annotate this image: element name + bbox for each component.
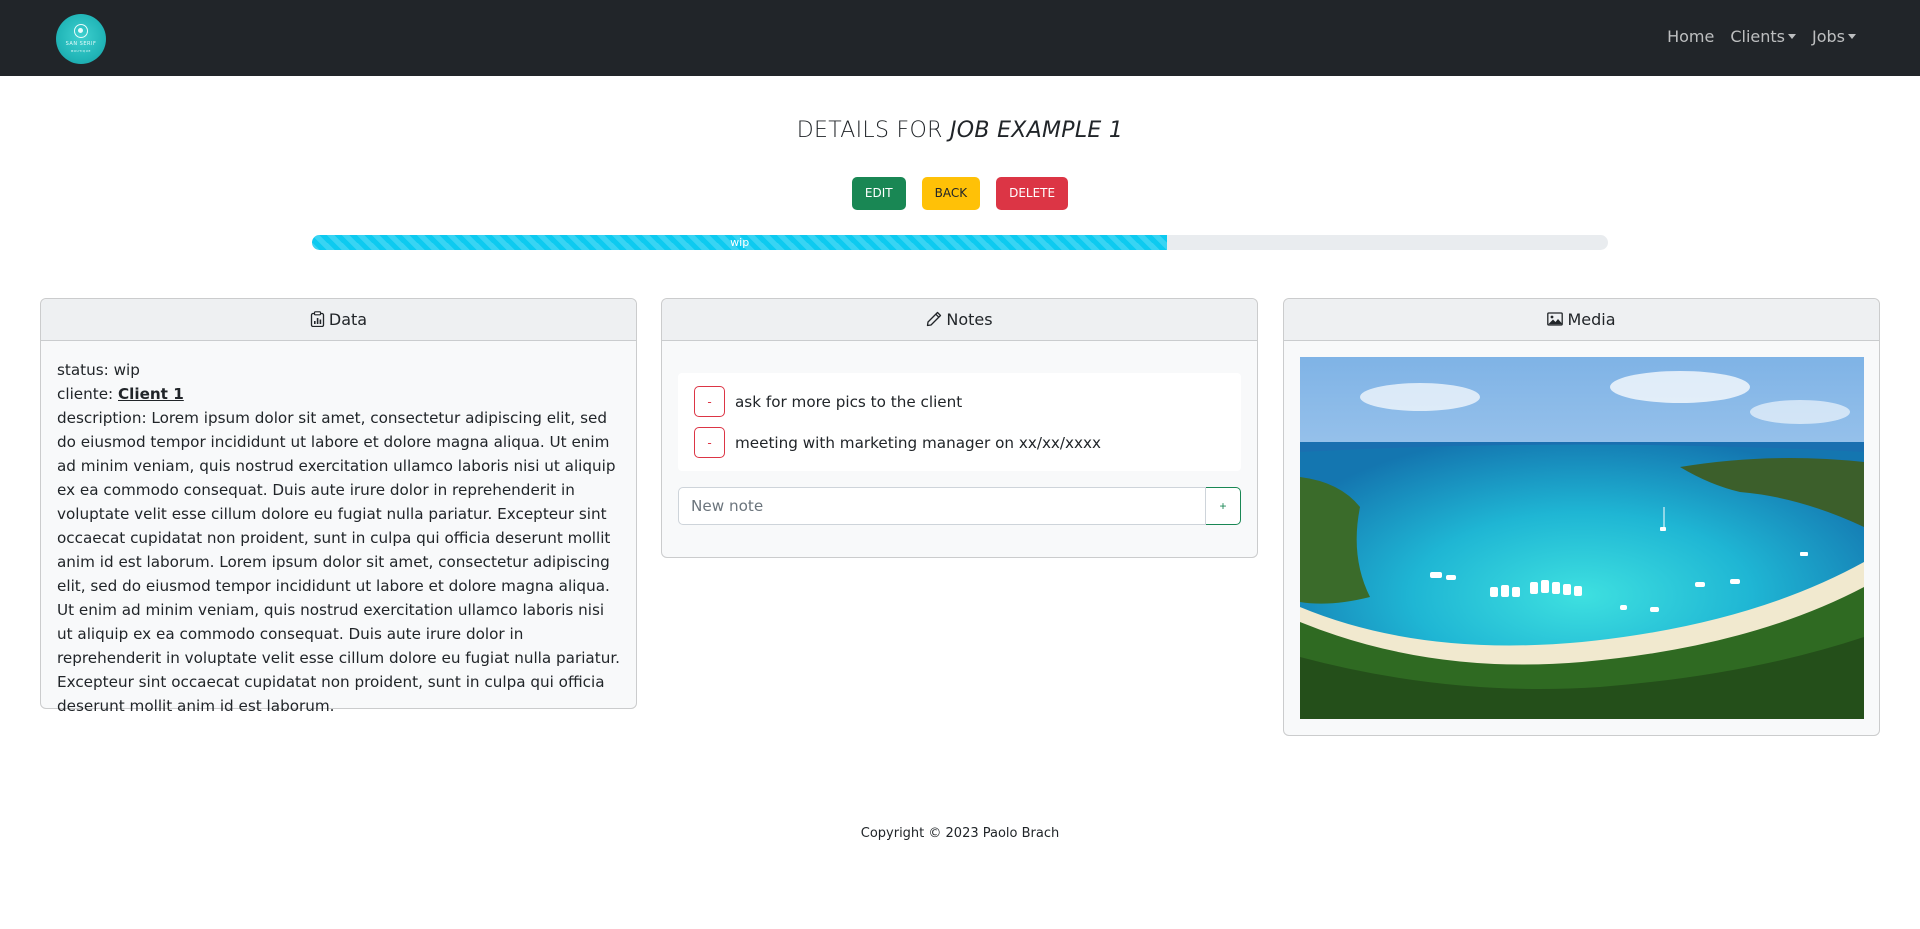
job-name: JOB EXAMPLE 1 xyxy=(949,118,1124,143)
client-label: cliente: xyxy=(57,385,119,403)
brand-logo[interactable]: SAN SERIF BOUTIQUE xyxy=(56,14,106,64)
caret-down-icon xyxy=(1788,34,1796,39)
pencil-icon xyxy=(927,311,942,327)
media-card: Media xyxy=(1283,298,1880,736)
footer-copyright: Copyright © 2023 Paolo Brach xyxy=(860,826,1060,841)
progress-bar: wip xyxy=(312,235,1168,250)
data-card-header: Data xyxy=(41,299,636,341)
description-text: Lorem ipsum dolor sit amet, consectetur … xyxy=(57,409,620,715)
page-title: DETAILS FOR JOB EXAMPLE 1 xyxy=(0,118,1920,143)
notes-card: Notes - ask for more pics to the client … xyxy=(661,298,1258,558)
logo-subtext: BOUTIQUE xyxy=(71,49,91,53)
navbar: SAN SERIF BOUTIQUE Home Clients Jobs xyxy=(0,0,1920,76)
back-button[interactable]: BACK xyxy=(921,177,981,210)
description-label: description: xyxy=(57,409,152,427)
nav-jobs-label: Jobs xyxy=(1812,27,1845,46)
nav-clients-label: Clients xyxy=(1730,27,1785,46)
data-card-body: status: wip cliente: Client 1 descriptio… xyxy=(41,341,636,718)
edit-button[interactable]: EDIT xyxy=(851,177,906,210)
note-text: meeting with marketing manager on xx/xx/… xyxy=(735,433,1101,452)
delete-note-button[interactable]: - xyxy=(694,386,725,417)
description-row: description: Lorem ipsum dolor sit amet,… xyxy=(57,406,620,718)
image-icon xyxy=(1547,312,1564,326)
data-card: Data status: wip cliente: Client 1 descr… xyxy=(40,298,637,715)
media-card-header: Media xyxy=(1284,299,1879,341)
media-card-title: Media xyxy=(1567,310,1616,329)
note-item: - ask for more pics to the client xyxy=(694,381,1225,422)
note-item: - meeting with marketing manager on xx/x… xyxy=(694,422,1225,463)
nav-home-link[interactable]: Home xyxy=(1667,27,1714,46)
job-progress: wip xyxy=(312,235,1608,250)
status-row: status: wip xyxy=(57,358,620,382)
delete-note-button[interactable]: - xyxy=(694,427,725,458)
action-buttons: EDIT BACK DELETE xyxy=(0,177,1920,210)
clipboard-data-icon xyxy=(310,311,325,328)
status-value: wip xyxy=(113,361,140,379)
client-link[interactable]: Client 1 xyxy=(118,385,184,403)
status-label: status: xyxy=(57,361,114,379)
client-row: cliente: Client 1 xyxy=(57,382,620,406)
note-text: ask for more pics to the client xyxy=(735,392,963,411)
page-title-prefix: DETAILS FOR xyxy=(796,118,950,143)
caret-down-icon xyxy=(1848,34,1856,39)
data-card-title: Data xyxy=(328,310,368,329)
media-card-body xyxy=(1284,341,1879,735)
notes-card-body: - ask for more pics to the client - meet… xyxy=(662,341,1257,525)
delete-button[interactable]: DELETE xyxy=(996,177,1069,210)
logo-text: SAN SERIF xyxy=(65,41,97,47)
new-note-input[interactable] xyxy=(678,487,1206,525)
flower-icon xyxy=(74,24,88,38)
nav-jobs-dropdown[interactable]: Jobs xyxy=(1812,27,1856,46)
add-note-button[interactable]: + xyxy=(1206,487,1241,525)
bay-photo-illustration xyxy=(1300,357,1864,719)
nav-links: Home Clients Jobs xyxy=(1667,27,1856,46)
notes-card-header: Notes xyxy=(662,299,1257,341)
notes-list: - ask for more pics to the client - meet… xyxy=(678,373,1241,471)
new-note-form: + xyxy=(678,487,1241,525)
nav-clients-dropdown[interactable]: Clients xyxy=(1730,27,1796,46)
notes-card-title: Notes xyxy=(946,310,993,329)
bay-photo[interactable] xyxy=(1300,357,1864,719)
